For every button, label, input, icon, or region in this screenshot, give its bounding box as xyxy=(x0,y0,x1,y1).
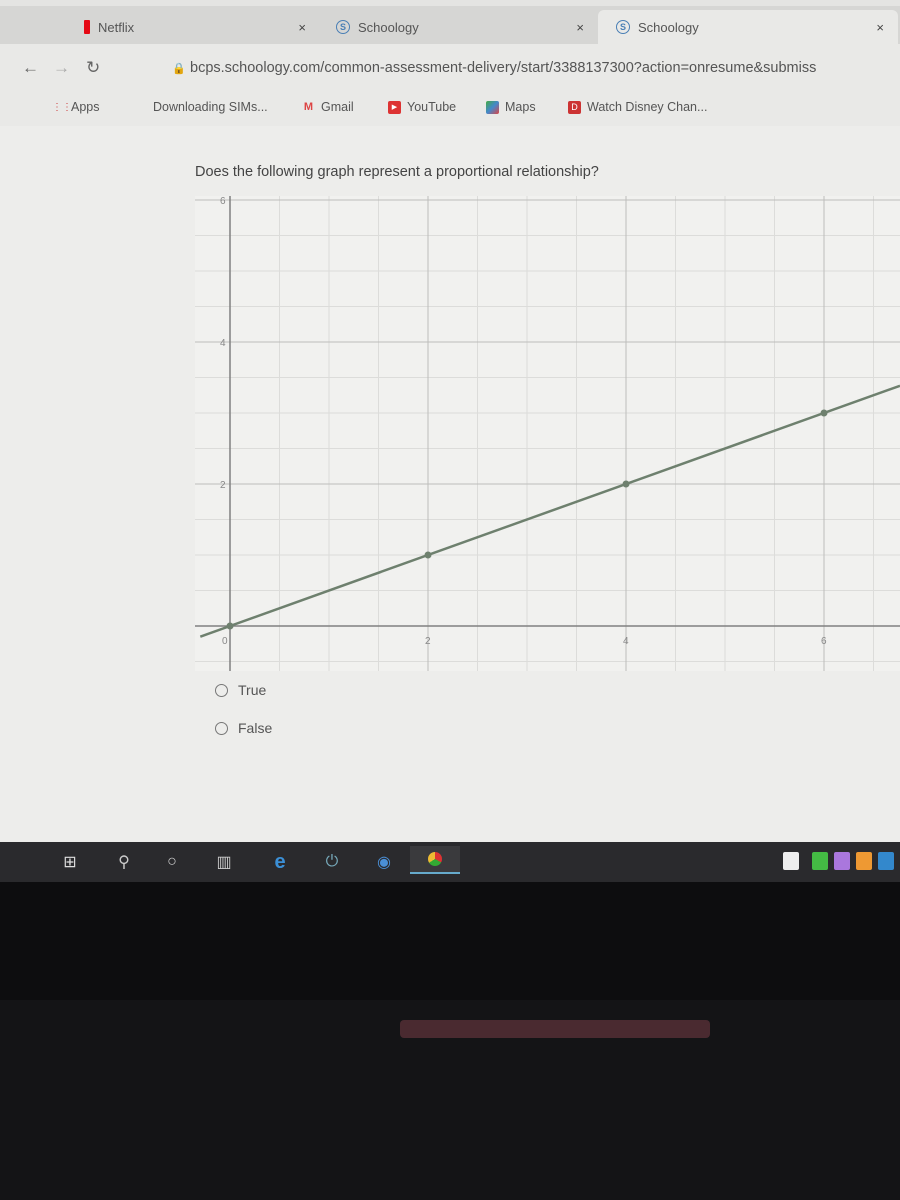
bookmark-label: Apps xyxy=(71,100,100,114)
tray-play-icon[interactable] xyxy=(812,852,828,870)
close-tab-icon[interactable]: × xyxy=(576,20,584,35)
search-icon[interactable]: ⚲ xyxy=(112,850,136,874)
tray-app-icon[interactable] xyxy=(878,852,894,870)
x-tick-label: 4 xyxy=(623,636,629,647)
option-true[interactable]: True xyxy=(215,682,266,698)
bookmarks-bar: ⋮⋮ Apps Downloading SIMs... M Gmail ▶ YouTu… xyxy=(0,92,900,126)
maps-icon xyxy=(486,100,499,114)
option-false[interactable]: False xyxy=(215,720,272,736)
bookmark-downloading-sims[interactable]: Downloading SIMs... xyxy=(153,100,268,114)
assessment-content: Does the following graph represent a pro… xyxy=(0,126,900,842)
bookmark-label: Maps xyxy=(505,100,536,114)
apps-grid-icon: ⋮⋮ xyxy=(52,101,72,113)
tab-title: Schoology xyxy=(358,19,419,35)
option-label: True xyxy=(238,682,267,698)
close-tab-icon[interactable]: × xyxy=(876,20,884,35)
y-tick-label: 2 xyxy=(220,480,226,491)
tab-schoology[interactable]: S Schoology × xyxy=(318,10,598,44)
schoology-icon: S xyxy=(616,20,630,34)
data-point xyxy=(622,480,630,488)
tab-title: Schoology xyxy=(638,19,699,35)
bookmark-youtube[interactable]: ▶ YouTube xyxy=(388,100,456,114)
x-tick-label: 6 xyxy=(821,636,827,647)
tray-app-icon[interactable] xyxy=(856,852,872,870)
data-point xyxy=(226,622,234,630)
task-view-icon[interactable]: ▥ xyxy=(212,850,236,874)
gmail-icon: M xyxy=(303,100,314,113)
power-app-icon[interactable]: ⏻ xyxy=(320,850,344,874)
forward-icon[interactable]: → xyxy=(53,58,70,78)
youtube-icon: ▶ xyxy=(388,100,401,114)
cortana-icon[interactable]: ○ xyxy=(160,850,184,874)
y-tick-label: 4 xyxy=(220,338,226,349)
url-input[interactable]: bcps.schoology.com/common-assessment-del… xyxy=(190,60,816,76)
data-point xyxy=(820,409,828,417)
screen: Netflix × S Schoology × S Schoology × ← … xyxy=(0,0,900,882)
back-icon[interactable]: ← xyxy=(22,58,39,78)
edge-icon[interactable]: e xyxy=(268,850,292,874)
bookmark-apps[interactable]: ⋮⋮ Apps xyxy=(52,100,100,114)
windows-start-icon[interactable]: ⊞ xyxy=(58,850,82,874)
bookmark-gmail[interactable]: M Gmail xyxy=(302,100,354,114)
proportional-graph: 0 2 4 6 2 4 6 xyxy=(195,196,900,671)
x-tick-label: 0 xyxy=(222,636,228,647)
bookmark-maps[interactable]: Maps xyxy=(486,100,536,114)
chromium-icon[interactable]: ◉ xyxy=(372,850,396,874)
x-tick-label: 2 xyxy=(425,636,431,647)
tab-netflix[interactable]: Netflix × xyxy=(60,10,320,44)
tab-bar: Netflix × S Schoology × S Schoology × xyxy=(0,6,900,44)
schoology-icon: S xyxy=(336,20,350,34)
option-label: False xyxy=(238,720,273,736)
close-tab-icon[interactable]: × xyxy=(298,20,306,35)
bookmark-label: Downloading SIMs... xyxy=(153,100,268,114)
bookmark-disney[interactable]: D Watch Disney Chan... xyxy=(568,100,707,114)
address-bar-row: ← → ↻ 🔒 bcps.schoology.com/common-assess… xyxy=(0,44,900,92)
radio-true[interactable] xyxy=(215,683,228,697)
taskbar: ⊞ ⚲ ○ ▥ e ⏻ ◉ xyxy=(0,842,900,882)
data-point xyxy=(424,551,432,559)
netflix-icon xyxy=(84,20,90,34)
chrome-icon[interactable] xyxy=(410,846,460,874)
laptop-hinge xyxy=(400,1020,710,1038)
tray-app-icon[interactable] xyxy=(783,852,799,870)
disney-icon: D xyxy=(568,100,581,114)
bookmark-label: YouTube xyxy=(407,100,457,114)
bookmark-label: Gmail xyxy=(321,100,354,114)
reload-icon[interactable]: ↻ xyxy=(86,58,100,78)
bookmark-label: Watch Disney Chan... xyxy=(587,100,708,114)
tab-title: Netflix xyxy=(98,19,135,35)
y-tick-label: 6 xyxy=(220,196,226,207)
radio-false[interactable] xyxy=(215,721,228,735)
lock-icon: 🔒 xyxy=(172,62,186,75)
tab-schoology-active[interactable]: S Schoology × xyxy=(598,10,898,44)
tray-app-icon[interactable] xyxy=(834,852,850,870)
